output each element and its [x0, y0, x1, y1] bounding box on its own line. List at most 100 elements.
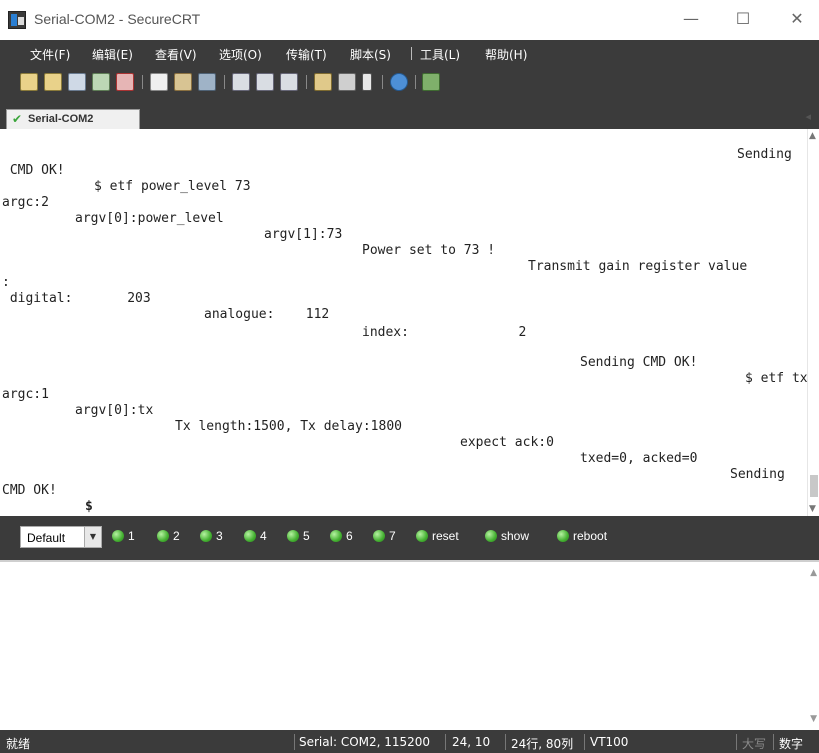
button-bar-select[interactable]: Default ▼ — [20, 526, 102, 548]
toolbar-divider — [142, 75, 143, 89]
terminal-line: Sending — [737, 147, 792, 162]
terminal-line: argc:1 — [2, 387, 49, 402]
minimize-button[interactable]: — — [673, 6, 709, 32]
status-ready: 就绪 — [6, 737, 31, 751]
menu-tools[interactable]: 工具(L) — [420, 46, 460, 63]
menu-transfer[interactable]: 传输(T) — [286, 46, 327, 63]
green-status-icon — [287, 529, 299, 542]
print-selection-icon[interactable] — [256, 73, 274, 91]
close-button[interactable]: ✕ — [779, 6, 815, 32]
tab-scroll-icon[interactable]: ◂ — [805, 110, 811, 123]
chevron-down-icon[interactable]: ▼ — [84, 527, 101, 547]
button-4[interactable]: 4 — [244, 528, 267, 546]
terminal-scrollbar[interactable]: ▲ ▼ — [807, 129, 819, 516]
title-bar: Serial-COM2 - SecureCRT — ☐ ✕ — [0, 0, 819, 40]
terminal-line: digital: 203 — [2, 291, 151, 306]
status-divider — [584, 734, 585, 750]
disconnect-icon[interactable] — [116, 73, 134, 91]
terminal-output[interactable]: Sending CMD OK! $ etf power_level 73 arg… — [0, 129, 807, 516]
keymap-icon[interactable] — [362, 73, 372, 91]
menu-options[interactable]: 选项(O) — [219, 46, 262, 63]
terminal-line: $ etf tx — [745, 371, 807, 386]
scroll-down-icon[interactable]: ▼ — [809, 504, 816, 514]
show-button[interactable]: show — [485, 528, 529, 546]
session-options-icon[interactable] — [314, 73, 332, 91]
sftp-icon[interactable] — [422, 73, 440, 91]
copy-icon[interactable] — [150, 73, 168, 91]
green-status-icon — [330, 529, 342, 542]
terminal-line: Power set to 73 ! — [362, 243, 496, 258]
window-title: Serial-COM2 - SecureCRT — [34, 11, 201, 27]
print-icon[interactable] — [232, 73, 250, 91]
terminal-line: index: 2 — [362, 325, 527, 340]
terminal-line: CMD OK! — [2, 483, 57, 498]
green-status-icon — [557, 529, 569, 542]
button-1[interactable]: 1 — [112, 528, 135, 546]
button-5[interactable]: 5 — [287, 528, 310, 546]
scroll-thumb[interactable] — [810, 475, 818, 497]
menu-edit[interactable]: 编辑(E) — [92, 46, 133, 63]
terminal-line: Sending — [730, 467, 785, 482]
button-bar: Default ▼ 1 2 3 4 5 6 7 reset show reboo… — [0, 516, 819, 560]
paste-icon[interactable] — [174, 73, 192, 91]
maximize-button[interactable]: ☐ — [725, 6, 761, 32]
terminal-line: argc:2 — [2, 195, 49, 210]
terminal-prompt: $ — [85, 499, 93, 514]
scroll-down-icon[interactable]: ▼ — [810, 714, 817, 724]
reset-button[interactable]: reset — [416, 528, 459, 546]
status-emulation: VT100 — [590, 735, 629, 749]
tab-label: Serial-COM2 — [28, 113, 94, 125]
terminal-line: argv[0]:tx — [75, 403, 154, 418]
menu-help[interactable]: 帮助(H) — [485, 46, 527, 63]
status-terminal-size: 24行, 80列 — [511, 737, 574, 751]
status-cursor-position: 24, 10 — [452, 735, 491, 749]
terminal-line: Tx length:1500, Tx delay:1800 — [175, 419, 402, 434]
green-status-icon — [157, 529, 169, 542]
terminal-line: argv[1]:73 — [264, 227, 343, 242]
status-divider — [294, 734, 295, 750]
menu-view[interactable]: 查看(V) — [155, 46, 197, 63]
connect-icon[interactable] — [20, 73, 38, 91]
session-tab-strip: ✔ Serial-COM2 ◂ — [0, 106, 819, 129]
scroll-up-icon[interactable]: ▲ — [810, 568, 817, 578]
terminal-line: analogue: 112 — [204, 307, 330, 322]
command-window[interactable]: ▲ ▼ — [0, 560, 819, 730]
menu-divider — [411, 47, 412, 60]
button-2[interactable]: 2 — [157, 528, 180, 546]
green-status-icon — [416, 529, 428, 542]
terminal-line: txed=0, acked=0 — [580, 451, 698, 466]
button-6[interactable]: 6 — [330, 528, 353, 546]
terminal-line: argv[0]:power_level — [75, 211, 224, 226]
securecrt-app-icon[interactable] — [8, 11, 26, 29]
green-status-icon — [112, 529, 124, 542]
green-status-icon — [485, 529, 497, 542]
green-status-icon — [244, 529, 256, 542]
find-icon[interactable] — [198, 73, 216, 91]
reboot-button[interactable]: reboot — [557, 528, 607, 546]
terminal-line: CMD OK! — [2, 163, 65, 178]
print-setup-icon[interactable] — [280, 73, 298, 91]
menu-script[interactable]: 脚本(S) — [350, 46, 391, 63]
button-3[interactable]: 3 — [200, 528, 223, 546]
global-options-icon[interactable] — [338, 73, 356, 91]
status-divider — [445, 734, 446, 750]
status-connection: Serial: COM2, 115200 — [299, 735, 431, 749]
quick-connect-icon[interactable] — [44, 73, 62, 91]
status-bar: 就绪 Serial: COM2, 115200 24, 10 24行, 80列 … — [0, 730, 819, 753]
tab-serial-com2[interactable]: ✔ Serial-COM2 — [6, 109, 140, 129]
help-icon[interactable] — [390, 73, 408, 91]
reconnect-icon[interactable] — [92, 73, 110, 91]
scroll-up-icon[interactable]: ▲ — [809, 131, 816, 141]
status-divider — [505, 734, 506, 750]
terminal-line: expect ack:0 — [460, 435, 554, 450]
toolbar-divider — [415, 75, 416, 89]
button-7[interactable]: 7 — [373, 528, 396, 546]
toolbar-divider — [306, 75, 307, 89]
connect-tab-icon[interactable] — [68, 73, 86, 91]
status-num-lock: 数字 — [779, 737, 804, 751]
toolbar-divider — [224, 75, 225, 89]
terminal-line: $ etf power_level 73 — [94, 179, 251, 194]
green-status-icon — [373, 529, 385, 542]
menu-bar: 文件(F) 编辑(E) 查看(V) 选项(O) 传输(T) 脚本(S) 工具(L… — [0, 40, 819, 66]
menu-file[interactable]: 文件(F) — [30, 46, 70, 63]
